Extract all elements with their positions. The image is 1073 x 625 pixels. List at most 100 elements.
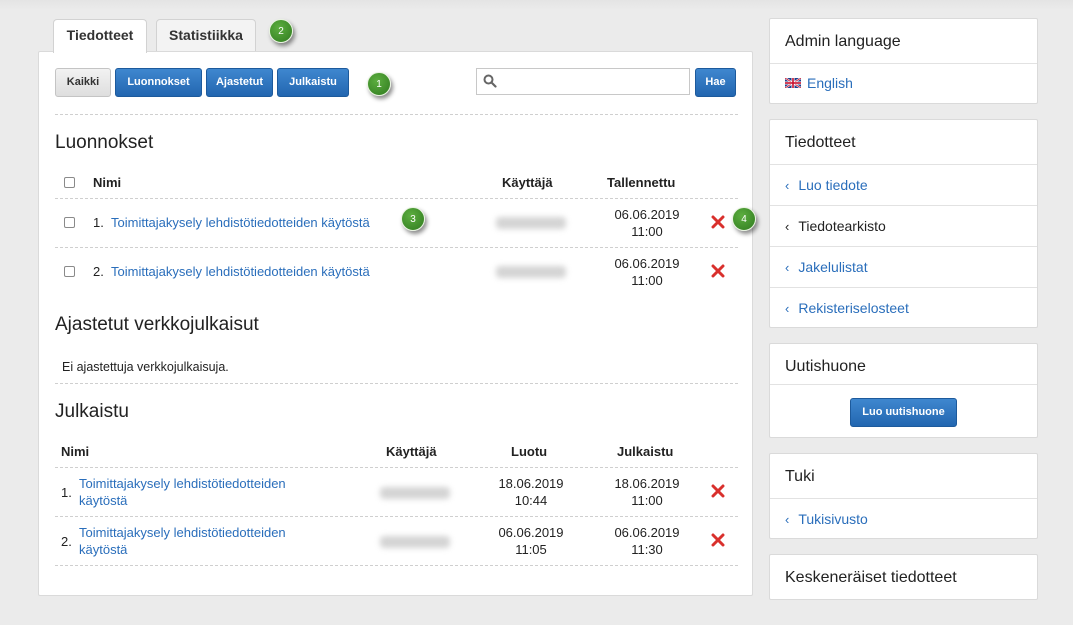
title-line: käytöstä <box>79 542 128 557</box>
select-all-checkbox[interactable] <box>64 177 75 188</box>
divider <box>55 198 738 199</box>
published-title-link[interactable]: Toimittajakysely lehdistötiedotteiden kä… <box>79 475 286 509</box>
title-line: Toimittajakysely lehdistötiedotteiden <box>79 525 286 540</box>
chevron-left-icon: ‹ <box>785 178 790 193</box>
sidebar-item-distribution-lists[interactable]: ‹ Jakelulistat <box>785 259 868 275</box>
box-title: Tiedotteet <box>785 134 856 151</box>
tab-tiedotteet[interactable]: Tiedotteet <box>53 19 147 53</box>
divider <box>55 516 738 517</box>
published-date: 06.06.2019 <box>614 525 680 540</box>
published-heading: Julkaistu <box>55 401 129 422</box>
published-col-name: Nimi <box>61 444 90 459</box>
uk-flag-icon <box>785 78 801 89</box>
scheduled-heading: Ajastetut verkkojulkaisut <box>55 314 259 335</box>
chevron-left-icon: ‹ <box>785 512 790 527</box>
title-line: Toimittajakysely lehdistötiedotteiden <box>79 476 286 491</box>
box-title: Keskeneräiset tiedotteet <box>785 569 957 586</box>
annotation-badge: 2 <box>269 19 293 43</box>
row-number: 1. <box>93 215 104 230</box>
sidebar-item-label: Luo tiedote <box>798 177 868 193</box>
delete-icon[interactable] <box>711 264 725 278</box>
divider <box>770 498 1037 499</box>
row-number: 1. <box>61 485 72 500</box>
saved-date: 06.06.2019 <box>614 256 680 271</box>
published-title-link[interactable]: Toimittajakysely lehdistötiedotteiden kä… <box>79 524 286 558</box>
divider <box>770 63 1037 64</box>
chevron-left-icon: ‹ <box>785 219 790 234</box>
saved-date: 06.06.2019 <box>614 207 680 222</box>
sidebar-item-label: Jakelulistat <box>798 259 868 275</box>
divider <box>770 384 1037 385</box>
chevron-left-icon: ‹ <box>785 260 790 275</box>
top-shadow-bar <box>0 0 1073 10</box>
filter-drafts-button[interactable]: Luonnokset <box>115 68 202 97</box>
divider <box>55 467 738 468</box>
filter-scheduled-button[interactable]: Ajastetut <box>206 68 273 97</box>
published-col-published: Julkaistu <box>617 444 674 459</box>
search-icon <box>483 74 497 88</box>
draft-title-link[interactable]: Toimittajakysely lehdistötiedotteiden kä… <box>111 214 370 231</box>
published-date: 18.06.2019 <box>614 476 680 491</box>
sidebar-item-label: Tiedotearkisto <box>798 218 886 234</box>
title-line: käytöstä <box>79 493 128 508</box>
saved-timestamp: 06.06.2019 11:00 <box>598 206 696 240</box>
support-box: Tuki ‹ Tukisivusto <box>769 453 1038 539</box>
tab-statistiikka[interactable]: Statistiikka <box>156 19 256 51</box>
divider <box>55 383 738 384</box>
sidebar-item-label: Rekisteriselosteet <box>798 300 909 316</box>
sidebar-item-support-site[interactable]: ‹ Tukisivusto <box>785 511 868 527</box>
saved-time: 11:00 <box>631 273 663 288</box>
created-time: 10:44 <box>514 493 548 508</box>
divider <box>55 114 738 115</box>
create-newsroom-button[interactable]: Luo uutishuone <box>850 398 957 427</box>
delete-icon[interactable] <box>711 215 725 229</box>
search-input[interactable] <box>501 72 685 92</box>
redacted-user <box>380 487 450 499</box>
row-checkbox[interactable] <box>64 266 75 277</box>
delete-icon[interactable] <box>711 484 725 498</box>
published-col-created: Luotu <box>511 444 548 459</box>
divider <box>55 247 738 248</box>
search-button[interactable]: Hae <box>695 68 736 97</box>
row-number: 2. <box>93 264 104 279</box>
row-checkbox[interactable] <box>64 217 75 228</box>
row-number: 2. <box>61 534 72 549</box>
chevron-left-icon: ‹ <box>785 301 790 316</box>
filter-published-button[interactable]: Julkaistu <box>277 68 349 97</box>
box-title: Tuki <box>785 468 815 485</box>
redacted-user <box>496 217 566 229</box>
created-date: 06.06.2019 <box>498 525 564 540</box>
created-date: 18.06.2019 <box>498 476 564 491</box>
published-time: 11:00 <box>631 493 663 508</box>
delete-icon[interactable] <box>711 533 725 547</box>
annotation-badge: 1 <box>367 72 391 96</box>
published-timestamp: 18.06.2019 11:00 <box>598 475 696 509</box>
language-english-link[interactable]: English <box>785 75 853 91</box>
published-col-user: Käyttäjä <box>386 444 437 459</box>
divider <box>770 205 1037 206</box>
created-timestamp: 18.06.2019 10:44 <box>482 475 580 509</box>
newsroom-box: Uutishuone Luo uutishuone <box>769 343 1038 438</box>
draft-title-link[interactable]: Toimittajakysely lehdistötiedotteiden kä… <box>111 263 370 280</box>
drafts-col-user: Käyttäjä <box>502 175 553 190</box>
saved-timestamp: 06.06.2019 11:00 <box>598 255 696 289</box>
divider <box>770 164 1037 165</box>
drafts-heading: Luonnokset <box>55 132 154 153</box>
filter-all-button[interactable]: Kaikki <box>55 68 111 97</box>
scheduled-empty-message: Ei ajastettuja verkkojulkaisuja. <box>62 360 229 374</box>
box-title: Uutishuone <box>785 358 866 375</box>
divider <box>770 246 1037 247</box>
sidebar-item-archive[interactable]: ‹ Tiedotearkisto <box>785 218 886 234</box>
search-field[interactable] <box>476 68 690 95</box>
admin-language-box: Admin language English <box>769 18 1038 104</box>
language-label: English <box>807 75 853 91</box>
redacted-user <box>496 266 566 278</box>
divider <box>55 565 738 566</box>
box-title: Admin language <box>785 33 901 50</box>
published-time: 11:30 <box>631 542 663 557</box>
created-time: 11:05 <box>515 542 547 557</box>
sidebar-item-privacy-statements[interactable]: ‹ Rekisteriselosteet <box>785 300 909 316</box>
sidebar-item-label: Tukisivusto <box>798 511 868 527</box>
sidebar-item-create-release[interactable]: ‹ Luo tiedote <box>785 177 868 193</box>
redacted-user <box>380 536 450 548</box>
